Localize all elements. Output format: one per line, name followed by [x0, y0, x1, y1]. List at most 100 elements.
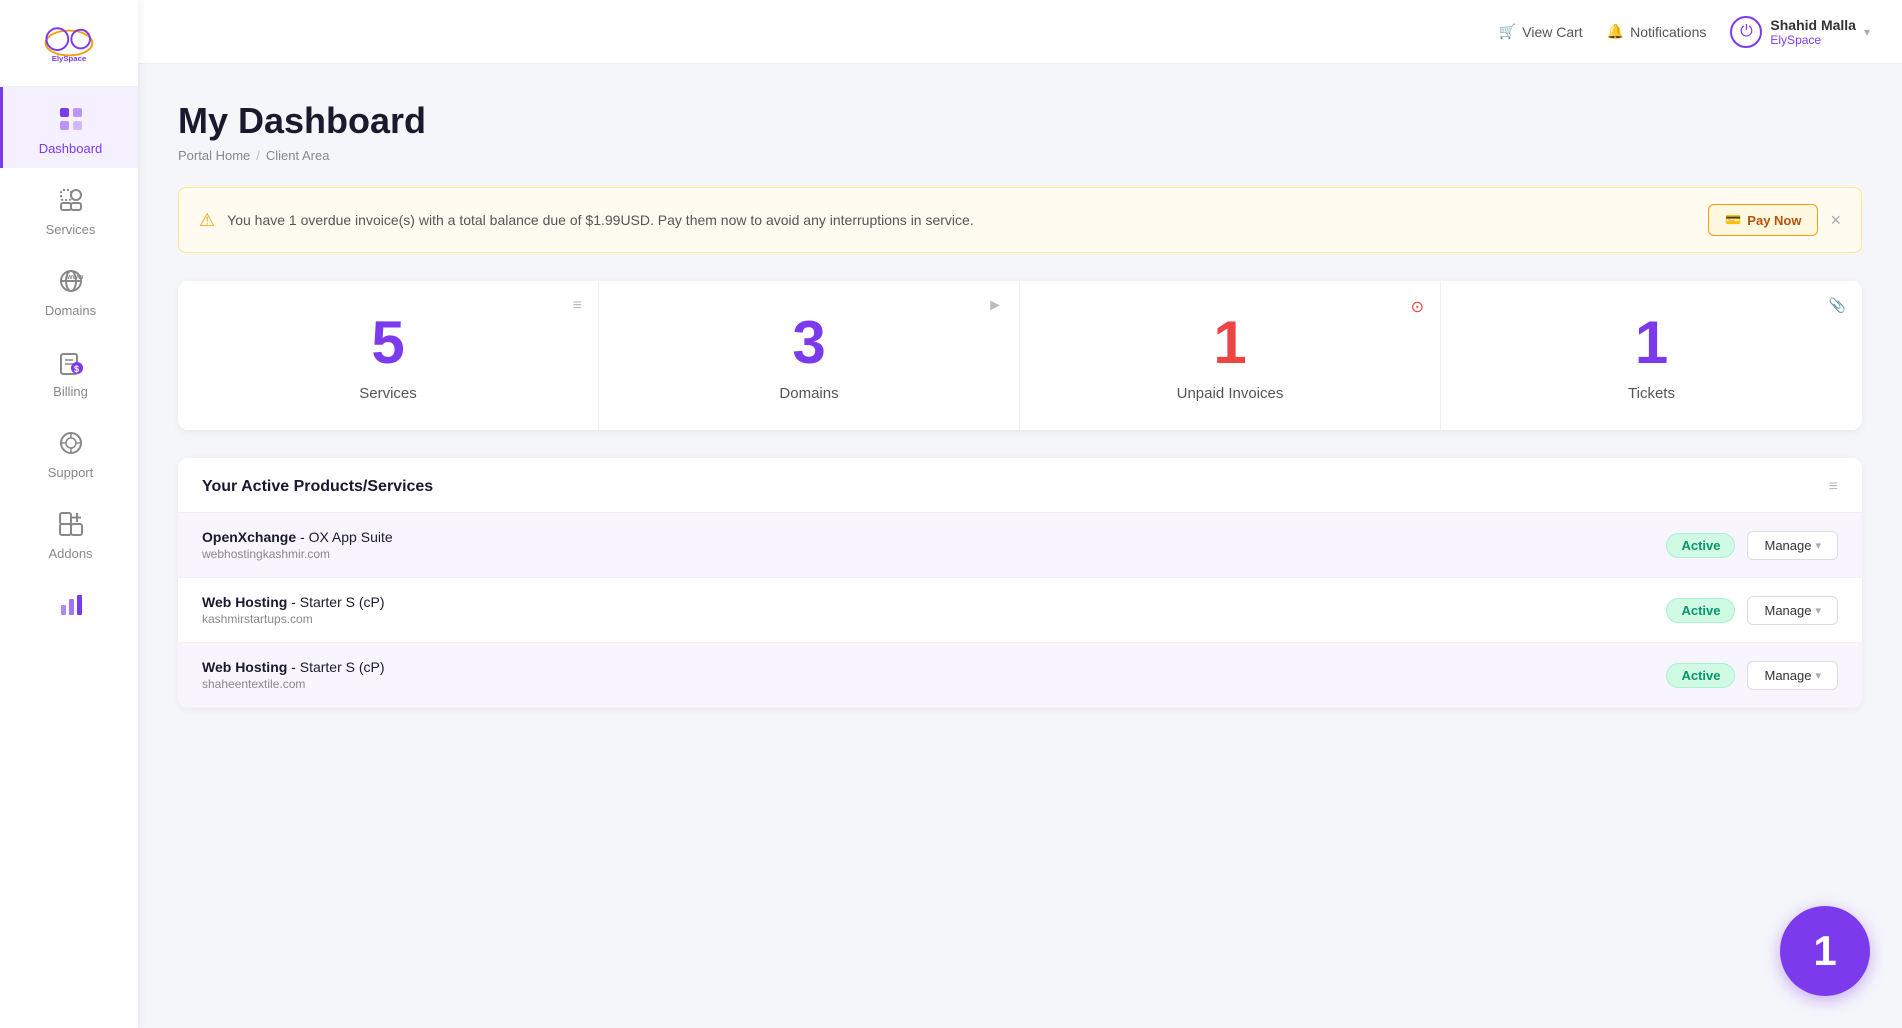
- addons-icon: [55, 508, 87, 540]
- tickets-stat-icon: 📎: [1829, 297, 1846, 314]
- domains-icon: www: [55, 265, 87, 297]
- sidebar-item-dashboard[interactable]: Dashboard: [0, 87, 138, 168]
- pay-now-button[interactable]: 💳 Pay Now: [1708, 204, 1818, 236]
- reports-icon: [55, 589, 87, 621]
- stats-grid: ≡ 5 Services ► 3 Domains ⊙ 1 Unpaid Invo…: [178, 281, 1862, 430]
- pay-icon: 💳: [1725, 212, 1741, 228]
- invoices-label: Unpaid Invoices: [1177, 385, 1284, 402]
- stat-card-invoices[interactable]: ⊙ 1 Unpaid Invoices: [1020, 281, 1441, 430]
- product-name: Web Hosting - Starter S (cP): [202, 659, 1666, 675]
- manage-button[interactable]: Manage ▾: [1747, 596, 1838, 625]
- svg-text:ElySpace: ElySpace: [52, 54, 87, 63]
- product-row: Web Hosting - Starter S (cP) shaheentext…: [178, 643, 1862, 708]
- svg-text:$: $: [74, 364, 79, 374]
- domains-stat-icon: ►: [987, 297, 1003, 315]
- main-wrapper: 🛒 View Cart 🔔 Notifications ⏻ Shahid Mal…: [138, 0, 1902, 1028]
- products-header-icon: ≡: [1829, 478, 1838, 496]
- support-icon: [55, 427, 87, 459]
- services-count: 5: [371, 313, 404, 373]
- sidebar-label-services: Services: [46, 222, 96, 237]
- sidebar-navigation: Dashboard Services www: [0, 87, 138, 639]
- product-actions: Active Manage ▾: [1666, 531, 1838, 560]
- sidebar-label-billing: Billing: [53, 384, 88, 399]
- pay-now-label: Pay Now: [1747, 213, 1801, 228]
- status-badge: Active: [1666, 533, 1735, 558]
- breadcrumb-separator: /: [256, 148, 260, 163]
- dashboard-icon: [55, 103, 87, 135]
- products-header: Your Active Products/Services ≡: [178, 458, 1862, 513]
- product-row: OpenXchange - OX App Suite webhostingkas…: [178, 513, 1862, 578]
- invoices-stat-icon: ⊙: [1411, 297, 1424, 317]
- product-domain: kashmirstartups.com: [202, 612, 1666, 626]
- sidebar-item-reports[interactable]: [0, 573, 138, 639]
- sidebar-label-addons: Addons: [48, 546, 92, 561]
- cart-icon: 🛒: [1499, 23, 1516, 40]
- services-stat-icon: ≡: [573, 297, 582, 315]
- domains-count: 3: [792, 313, 825, 373]
- sidebar-label-domains: Domains: [45, 303, 96, 318]
- status-badge: Active: [1666, 663, 1735, 688]
- view-cart-link[interactable]: 🛒 View Cart: [1499, 23, 1583, 40]
- product-name-bold: OpenXchange: [202, 529, 296, 545]
- product-actions: Active Manage ▾: [1666, 596, 1838, 625]
- product-info: Web Hosting - Starter S (cP) kashmirstar…: [202, 594, 1666, 626]
- alert-right: 💳 Pay Now ×: [1708, 204, 1841, 236]
- sidebar: ElySpace Dashboard: [0, 0, 138, 1028]
- view-cart-label: View Cart: [1522, 24, 1582, 40]
- product-info: OpenXchange - OX App Suite webhostingkas…: [202, 529, 1666, 561]
- alert-banner: ⚠ You have 1 overdue invoice(s) with a t…: [178, 187, 1862, 253]
- stat-card-tickets[interactable]: 📎 1 Tickets: [1441, 281, 1862, 430]
- services-label: Services: [359, 385, 417, 402]
- manage-button[interactable]: Manage ▾: [1747, 531, 1838, 560]
- bell-icon: 🔔: [1607, 23, 1624, 40]
- manage-button[interactable]: Manage ▾: [1747, 661, 1838, 690]
- stat-card-services[interactable]: ≡ 5 Services: [178, 281, 599, 430]
- product-info: Web Hosting - Starter S (cP) shaheentext…: [202, 659, 1666, 691]
- topbar: 🛒 View Cart 🔔 Notifications ⏻ Shahid Mal…: [138, 0, 1902, 64]
- sidebar-label-support: Support: [48, 465, 94, 480]
- product-name-bold: Web Hosting: [202, 659, 287, 675]
- sidebar-item-services[interactable]: Services: [0, 168, 138, 249]
- products-title: Your Active Products/Services: [202, 478, 433, 496]
- sidebar-item-domains[interactable]: www Domains: [0, 249, 138, 330]
- product-actions: Active Manage ▾: [1666, 661, 1838, 690]
- user-chevron-icon: ▾: [1864, 25, 1870, 39]
- notification-badge[interactable]: 1: [1780, 906, 1870, 996]
- billing-icon: $: [55, 346, 87, 378]
- breadcrumb: Portal Home / Client Area: [178, 148, 1862, 163]
- product-domain: shaheentextile.com: [202, 677, 1666, 691]
- alert-left: ⚠ You have 1 overdue invoice(s) with a t…: [199, 210, 974, 231]
- main-content: My Dashboard Portal Home / Client Area ⚠…: [138, 64, 1902, 1028]
- manage-chevron-icon: ▾: [1815, 539, 1821, 552]
- product-domain: webhostingkashmir.com: [202, 547, 1666, 561]
- sidebar-logo: ElySpace: [0, 0, 138, 87]
- breadcrumb-current: Client Area: [266, 148, 330, 163]
- alert-text: You have 1 overdue invoice(s) with a tot…: [227, 212, 974, 228]
- sidebar-item-addons[interactable]: Addons: [0, 492, 138, 573]
- product-name: Web Hosting - Starter S (cP): [202, 594, 1666, 610]
- products-list: OpenXchange - OX App Suite webhostingkas…: [178, 513, 1862, 708]
- sidebar-item-support[interactable]: Support: [0, 411, 138, 492]
- status-badge: Active: [1666, 598, 1735, 623]
- manage-chevron-icon: ▾: [1815, 669, 1821, 682]
- alert-warning-icon: ⚠: [199, 210, 215, 231]
- svg-text:www: www: [66, 274, 84, 281]
- sidebar-item-billing[interactable]: $ Billing: [0, 330, 138, 411]
- user-info: Shahid Malla ElySpace: [1770, 17, 1856, 47]
- sidebar-label-dashboard: Dashboard: [39, 141, 103, 156]
- user-name: Shahid Malla: [1770, 17, 1856, 33]
- services-icon: [55, 184, 87, 216]
- product-name: OpenXchange - OX App Suite: [202, 529, 1666, 545]
- user-sub: ElySpace: [1770, 33, 1856, 47]
- domains-label: Domains: [779, 385, 838, 402]
- notifications-label: Notifications: [1630, 24, 1706, 40]
- breadcrumb-home[interactable]: Portal Home: [178, 148, 250, 163]
- product-name-bold: Web Hosting: [202, 594, 287, 610]
- tickets-label: Tickets: [1628, 385, 1675, 402]
- stat-card-domains[interactable]: ► 3 Domains: [599, 281, 1020, 430]
- notifications-link[interactable]: 🔔 Notifications: [1607, 23, 1707, 40]
- user-menu[interactable]: ⏻ Shahid Malla ElySpace ▾: [1730, 16, 1870, 48]
- alert-close-button[interactable]: ×: [1830, 210, 1841, 231]
- product-row: Web Hosting - Starter S (cP) kashmirstar…: [178, 578, 1862, 643]
- manage-chevron-icon: ▾: [1815, 604, 1821, 617]
